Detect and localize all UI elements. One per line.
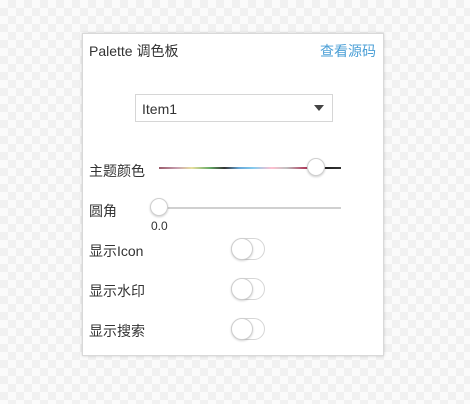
theme-color-slider[interactable] <box>159 158 341 178</box>
show-icon-toggle[interactable] <box>231 238 265 260</box>
corner-radius-value: 0.0 <box>151 219 168 233</box>
show-watermark-toggle[interactable] <box>231 278 265 300</box>
toggle-knob <box>231 318 253 340</box>
show-search-label: 显示搜索 <box>89 323 145 339</box>
toggle-knob <box>231 278 253 300</box>
show-icon-label: 显示Icon <box>89 243 144 259</box>
dropdown-arrow-icon <box>314 105 324 111</box>
corner-radius-slider[interactable] <box>150 198 341 218</box>
palette-panel: Palette 调色板 查看源码 Item1 主题颜色 圆角 0.0 显示Ico… <box>82 33 384 356</box>
show-search-toggle[interactable] <box>231 318 265 340</box>
corner-radius-label: 圆角 <box>89 203 117 219</box>
corner-radius-slider-thumb[interactable] <box>150 198 168 216</box>
view-source-link[interactable]: 查看源码 <box>320 41 376 61</box>
theme-color-label: 主题颜色 <box>89 163 145 179</box>
toggle-knob <box>231 238 253 260</box>
show-watermark-label: 显示水印 <box>89 283 145 299</box>
item-select[interactable]: Item1 <box>135 94 333 122</box>
panel-title: Palette 调色板 <box>89 43 179 59</box>
select-value: Item1 <box>142 101 178 117</box>
corner-radius-track <box>159 207 341 209</box>
theme-color-slider-thumb[interactable] <box>306 158 325 176</box>
